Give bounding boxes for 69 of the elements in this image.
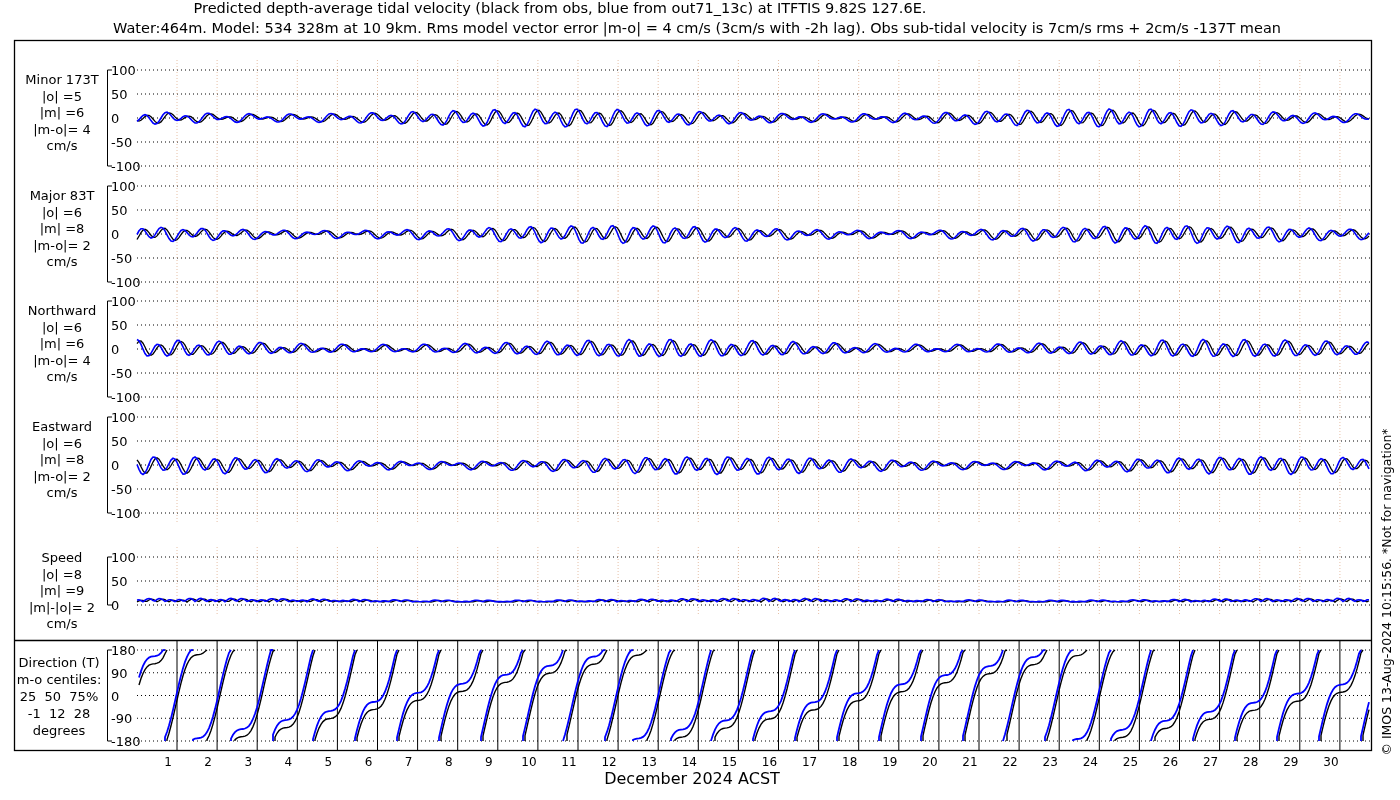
x-tick-label: 3 — [244, 755, 252, 769]
x-tick-label: 25 — [1122, 755, 1139, 769]
panel-label: Major 83T |o| =6 |m| =8 |m-o|= 2 cm/s — [29, 188, 95, 269]
y-tick-label: -100 — [111, 506, 141, 521]
x-tick-label: 2 — [204, 755, 212, 769]
y-tick-label: 50 — [111, 87, 128, 102]
y-tick-label: -100 — [111, 390, 141, 405]
panel-label: Direction (T) m-o centiles: 25 50 75% -1 12 28 degrees — [16, 655, 102, 738]
x-tick-label: 23 — [1042, 755, 1058, 769]
x-tick-label: 16 — [761, 755, 778, 769]
y-tick-label: -50 — [111, 366, 133, 381]
y-tick-label: 50 — [111, 574, 128, 589]
x-tick-label: 10 — [521, 755, 537, 769]
x-tick-label: 20 — [922, 755, 938, 769]
y-tick-label: 0 — [111, 458, 120, 473]
x-tick-label: 15 — [721, 755, 738, 769]
credit-text: © IMOS 13-Aug-2024 10:15:56. *Not for navigation* — [1379, 428, 1394, 756]
x-tick-label: 22 — [1002, 755, 1018, 769]
x-tick-label: 5 — [324, 755, 333, 769]
y-tick-label: 100 — [111, 550, 136, 565]
panel-label: Northward |o| =6 |m| =6 |m-o|= 4 cm/s — [27, 303, 97, 384]
x-tick-label: 8 — [444, 755, 453, 769]
x-axis-title: December 2024 ACST — [604, 769, 780, 788]
x-tick-label: 28 — [1243, 755, 1259, 769]
x-tick-label: 11 — [561, 755, 577, 769]
x-tick-label: 30 — [1323, 755, 1339, 769]
y-tick-label: -50 — [111, 251, 133, 266]
y-tick-label: 100 — [111, 63, 136, 78]
title-text: Predicted depth-average tidal velocity (black from obs, blue from out71_13c) at ITFTIS 9.82S 127.6E. — [193, 0, 927, 16]
y-tick-label: 50 — [111, 318, 128, 333]
x-tick-label: 12 — [601, 755, 617, 769]
x-tick-label: 19 — [882, 755, 898, 769]
title-text: Water:464m. Model: 534 328m at 10 9km. Rms model vector error |m-o| = 4 cm/s (3cm/s with -2h lag). Obs sub-tidal velocity is 7cm/s rms + 2cm/s -137T mean — [113, 20, 1281, 36]
y-tick-label: 0 — [111, 342, 120, 357]
y-tick-label: 0 — [111, 688, 120, 704]
panel-label: Speed |o| =8 |m| =9 |m|-|o|= 2 cm/s — [28, 550, 96, 631]
x-tick-label: 13 — [641, 755, 657, 769]
y-tick-label: 90 — [111, 665, 128, 681]
y-axis — [107, 556, 113, 606]
x-tick-label: 6 — [364, 755, 373, 769]
x-tick-label: 4 — [284, 755, 293, 769]
y-tick-label: 100 — [111, 179, 136, 194]
y-tick-label: 0 — [111, 598, 120, 613]
x-tick-label: 27 — [1202, 755, 1219, 769]
x-tick-label: 21 — [962, 755, 978, 769]
x-tick-label: 17 — [801, 755, 818, 769]
y-tick-label: 50 — [111, 434, 128, 449]
x-tick-label: 7 — [404, 755, 413, 769]
y-tick-label: 50 — [111, 203, 128, 218]
x-tick-label: 24 — [1082, 755, 1098, 769]
x-tick-label: 26 — [1162, 755, 1179, 769]
x-tick-label: 14 — [681, 755, 697, 769]
y-tick-label: -50 — [111, 482, 133, 497]
y-tick-label: -90 — [111, 711, 133, 727]
y-tick-label: -50 — [111, 135, 133, 150]
panel-label: Eastward |o| =6 |m| =8 |m-o|= 2 cm/s — [32, 419, 92, 500]
x-tick-label: 1 — [164, 755, 172, 769]
y-tick-label: 0 — [111, 111, 120, 126]
x-tick-label: 18 — [842, 755, 858, 769]
y-tick-label: 100 — [111, 410, 136, 425]
y-tick-label: 0 — [111, 227, 120, 242]
x-tick-label: 29 — [1283, 755, 1299, 769]
y-tick-label: -180 — [111, 734, 141, 749]
x-tick-label: 9 — [485, 755, 493, 769]
panel-label: Minor 173T |o| =5 |m| =6 |m-o|= 4 cm/s — [25, 72, 99, 153]
y-tick-label: -100 — [111, 275, 141, 290]
y-tick-label: -100 — [111, 159, 141, 174]
y-tick-label: 100 — [111, 294, 136, 309]
y-tick-label: 180 — [111, 643, 136, 658]
